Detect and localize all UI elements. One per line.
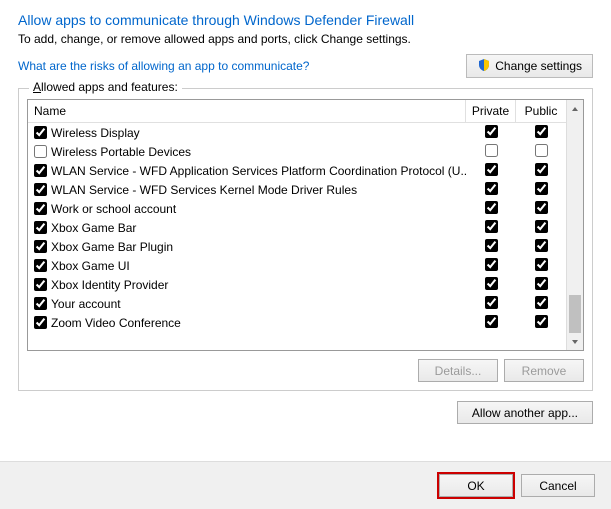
row-enable-checkbox[interactable] — [34, 126, 47, 139]
risks-link[interactable]: What are the risks of allowing an app to… — [18, 59, 309, 73]
scroll-thumb[interactable] — [569, 295, 581, 333]
row-enable-checkbox[interactable] — [34, 145, 47, 158]
row-name-label: WLAN Service - WFD Application Services … — [51, 164, 466, 178]
apps-list: Name Private Public Wireless Display Wire… — [27, 99, 584, 351]
table-row[interactable]: Wireless Display — [28, 123, 566, 142]
row-public-checkbox[interactable] — [535, 296, 548, 309]
row-name-label: Your account — [51, 297, 121, 311]
allowed-apps-group: Allowed apps and features: Name Private … — [18, 88, 593, 391]
ok-button[interactable]: OK — [439, 474, 513, 497]
row-public-checkbox[interactable] — [535, 144, 548, 157]
row-public-checkbox[interactable] — [535, 277, 548, 290]
row-public-checkbox[interactable] — [535, 182, 548, 195]
table-row[interactable]: Xbox Game Bar Plugin — [28, 237, 566, 256]
row-enable-checkbox[interactable] — [34, 202, 47, 215]
row-private-checkbox[interactable] — [485, 163, 498, 176]
allow-another-app-button[interactable]: Allow another app... — [457, 401, 593, 424]
row-private-checkbox[interactable] — [485, 201, 498, 214]
row-enable-checkbox[interactable] — [34, 259, 47, 272]
row-public-checkbox[interactable] — [535, 220, 548, 233]
row-name-label: Xbox Identity Provider — [51, 278, 168, 292]
page-description: To add, change, or remove allowed apps a… — [18, 32, 593, 46]
row-name-label: Wireless Display — [51, 126, 140, 140]
table-row[interactable]: Your account — [28, 294, 566, 313]
change-settings-label: Change settings — [495, 59, 582, 73]
row-enable-checkbox[interactable] — [34, 240, 47, 253]
row-private-checkbox[interactable] — [485, 239, 498, 252]
details-button[interactable]: Details... — [418, 359, 498, 382]
table-row[interactable]: Xbox Game UI — [28, 256, 566, 275]
row-enable-checkbox[interactable] — [34, 297, 47, 310]
dialog-footer: OK Cancel — [0, 461, 611, 509]
column-header-name[interactable]: Name — [28, 100, 466, 122]
page-title: Allow apps to communicate through Window… — [18, 12, 593, 28]
row-name-label: Xbox Game UI — [51, 259, 130, 273]
table-row[interactable]: Wireless Portable Devices — [28, 142, 566, 161]
row-private-checkbox[interactable] — [485, 144, 498, 157]
scroll-up-button[interactable] — [567, 100, 583, 117]
row-public-checkbox[interactable] — [535, 258, 548, 271]
row-public-checkbox[interactable] — [535, 163, 548, 176]
row-name-label: Xbox Game Bar — [51, 221, 136, 235]
row-enable-checkbox[interactable] — [34, 183, 47, 196]
shield-icon — [477, 58, 491, 75]
row-private-checkbox[interactable] — [485, 220, 498, 233]
row-public-checkbox[interactable] — [535, 125, 548, 138]
column-header-public[interactable]: Public — [516, 100, 566, 122]
row-private-checkbox[interactable] — [485, 277, 498, 290]
table-row[interactable]: Zoom Video Conference — [28, 313, 566, 332]
row-public-checkbox[interactable] — [535, 201, 548, 214]
cancel-button[interactable]: Cancel — [521, 474, 595, 497]
column-header-private[interactable]: Private — [466, 100, 516, 122]
table-row[interactable]: WLAN Service - WFD Services Kernel Mode … — [28, 180, 566, 199]
remove-button[interactable]: Remove — [504, 359, 584, 382]
table-row[interactable]: Xbox Game Bar — [28, 218, 566, 237]
row-public-checkbox[interactable] — [535, 239, 548, 252]
scroll-track[interactable] — [567, 117, 583, 333]
table-row[interactable]: Work or school account — [28, 199, 566, 218]
row-name-label: Xbox Game Bar Plugin — [51, 240, 173, 254]
change-settings-button[interactable]: Change settings — [466, 54, 593, 78]
row-name-label: WLAN Service - WFD Services Kernel Mode … — [51, 183, 357, 197]
row-private-checkbox[interactable] — [485, 296, 498, 309]
row-private-checkbox[interactable] — [485, 258, 498, 271]
row-public-checkbox[interactable] — [535, 315, 548, 328]
row-enable-checkbox[interactable] — [34, 278, 47, 291]
row-private-checkbox[interactable] — [485, 125, 498, 138]
row-private-checkbox[interactable] — [485, 182, 498, 195]
row-private-checkbox[interactable] — [485, 315, 498, 328]
row-name-label: Zoom Video Conference — [51, 316, 181, 330]
row-enable-checkbox[interactable] — [34, 164, 47, 177]
table-row[interactable]: WLAN Service - WFD Application Services … — [28, 161, 566, 180]
row-enable-checkbox[interactable] — [34, 316, 47, 329]
row-name-label: Wireless Portable Devices — [51, 145, 191, 159]
row-enable-checkbox[interactable] — [34, 221, 47, 234]
table-row[interactable]: Xbox Identity Provider — [28, 275, 566, 294]
row-name-label: Work or school account — [51, 202, 176, 216]
scrollbar[interactable] — [566, 100, 583, 350]
scroll-down-button[interactable] — [567, 333, 583, 350]
group-title: Allowed apps and features: — [29, 80, 182, 94]
